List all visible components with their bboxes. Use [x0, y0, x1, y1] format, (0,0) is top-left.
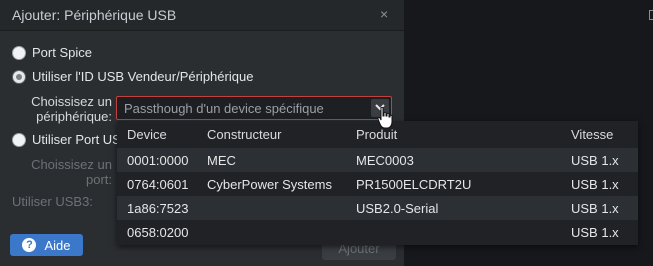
dropdown-row[interactable]: 0658:0200 USB 1.x — [117, 220, 638, 244]
cell-vitesse: USB 1.x — [571, 177, 619, 192]
dialog-title: Ajouter: Périphérique USB — [12, 7, 177, 23]
dropdown-row[interactable]: 0764:0601 CyberPower Systems PR1500ELCDR… — [117, 172, 638, 196]
column-header-constructeur: Constructeur — [207, 127, 282, 142]
cell-vitesse: USB 1.x — [571, 201, 619, 216]
cell-device: 0658:0200 — [127, 225, 189, 240]
choose-port-label: Choissisez un port: — [31, 157, 112, 187]
choose-device-label: Choissisez un périphérique: — [31, 94, 112, 124]
device-select[interactable]: Passthough d'un device spécifique — [116, 96, 392, 120]
dialog-header: Ajouter: Périphérique USB × — [0, 0, 404, 31]
column-header-produit: Produit — [356, 127, 398, 142]
option-spice-port[interactable]: Port Spice — [12, 45, 92, 60]
cell-device: 0001:0000 — [127, 153, 189, 168]
device-dropdown-list[interactable]: Device Constructeur Produit Vitesse 0001… — [117, 121, 638, 245]
cell-produit: USB2.0-Serial — [356, 201, 439, 216]
cell-produit: PR1500ELCDRT2U — [356, 177, 472, 192]
help-icon: ? — [22, 238, 37, 252]
option-vendor-device-id[interactable]: Utiliser l'ID USB Vendeur/Périphérique — [12, 69, 253, 84]
cell-device: 1a86:7523 — [127, 201, 189, 216]
option-spice-port-label: Port Spice — [32, 45, 92, 60]
column-header-vitesse: Vitesse — [571, 127, 614, 142]
cell-constructeur: CyberPower Systems — [207, 177, 332, 192]
radio-vendor-device-id[interactable] — [12, 69, 26, 84]
hand-cursor-icon — [377, 107, 393, 129]
cell-device: 0764:0601 — [127, 177, 189, 192]
cell-produit: MEC0003 — [356, 153, 414, 168]
option-vendor-device-id-label: Utiliser l'ID USB Vendeur/Périphérique — [32, 69, 254, 84]
dropdown-row[interactable]: 1a86:7523 USB2.0-Serial USB 1.x — [117, 196, 638, 220]
radio-spice-port[interactable] — [12, 45, 26, 60]
close-icon[interactable]: × — [380, 6, 388, 22]
option-usb-port[interactable]: Utiliser Port US — [12, 132, 121, 147]
cell-vitesse: USB 1.x — [571, 153, 619, 168]
device-select-value: Passthough d'un device spécifique — [124, 101, 324, 116]
usb3-label: Utiliser USB3: — [12, 194, 93, 209]
help-button-label: Aide — [44, 237, 71, 253]
background-right-edge — [649, 10, 653, 20]
option-usb-port-label: Utiliser Port US — [32, 132, 121, 147]
radio-usb-port[interactable] — [12, 132, 26, 147]
cell-vitesse: USB 1.x — [571, 225, 619, 240]
cell-constructeur: MEC — [207, 153, 236, 168]
column-header-device: Device — [127, 127, 167, 142]
help-button[interactable]: ? Aide — [10, 234, 83, 256]
dropdown-row[interactable]: 0001:0000 MEC MEC0003 USB 1.x — [117, 148, 638, 172]
